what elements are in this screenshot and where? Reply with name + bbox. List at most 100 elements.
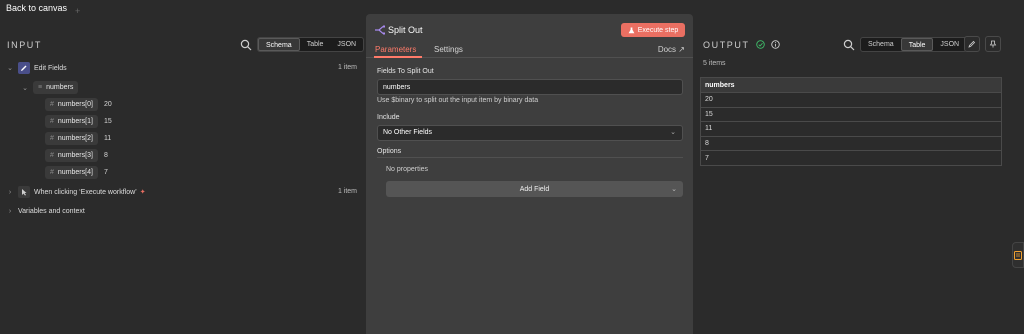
edit-output-button[interactable] — [964, 36, 980, 52]
side-panel-toggle[interactable] — [1012, 242, 1024, 268]
number-value: 8 — [103, 152, 108, 159]
search-icon[interactable] — [240, 39, 252, 51]
input-view-toggle: Schema Table JSON — [257, 37, 365, 52]
hash-icon: # — [50, 135, 54, 142]
number-field: # numbers[0] — [45, 98, 98, 111]
tree-row-number-item: # numbers[3] 8 — [45, 149, 108, 162]
input-tab-json[interactable]: JSON — [330, 38, 363, 51]
output-table: numbers 20 15 11 8 7 — [700, 77, 1002, 166]
pin-icon — [989, 40, 997, 48]
tab-settings[interactable]: Settings — [434, 45, 463, 54]
number-field: # numbers[3] — [45, 149, 98, 162]
back-to-canvas-link[interactable]: Back to canvas — [6, 3, 67, 13]
number-value: 7 — [103, 169, 108, 176]
chevron-right-icon[interactable]: › — [6, 208, 14, 215]
tab-parameters[interactable]: Parameters — [375, 45, 416, 54]
numbers-field: ≡ numbers — [33, 81, 79, 94]
column-header-numbers: numbers — [700, 77, 1002, 93]
trigger-label: When clicking ‘Execute workflow’ — [34, 188, 137, 196]
include-select[interactable]: No Other Fields ⌄ — [377, 125, 683, 141]
number-key: numbers[4] — [57, 169, 93, 176]
flask-icon — [628, 26, 635, 33]
docs-link[interactable]: Docs ↗ — [658, 45, 685, 54]
input-panel: INPUT Schema Table JSON ⌄ Edit Fields 1 … — [0, 24, 366, 334]
number-value: 20 — [103, 101, 112, 108]
tree-row-number-item: # numbers[1] 15 — [45, 115, 112, 128]
output-view-toggle: Schema Table JSON — [860, 37, 968, 52]
tree-row-edit-fields[interactable]: ⌄ Edit Fields — [6, 62, 67, 74]
node-panel: Split Out Execute step Parameters Settin… — [366, 14, 693, 334]
execute-step-label: Execute step — [637, 26, 679, 34]
output-tab-table[interactable]: Table — [900, 38, 934, 51]
table-row: 7 — [700, 150, 1002, 166]
fields-to-split-input[interactable] — [377, 79, 683, 95]
fields-to-split-label: Fields To Split Out — [377, 68, 434, 75]
execute-step-button[interactable]: Execute step — [621, 23, 685, 37]
tree-row-number-item: # numbers[0] 20 — [45, 98, 112, 111]
no-properties-text: No properties — [386, 166, 429, 173]
list-icon: ≡ — [38, 84, 43, 91]
number-key: numbers[3] — [57, 152, 93, 159]
chevron-down-icon: ⌄ — [671, 186, 677, 193]
number-field: # numbers[1] — [45, 115, 98, 128]
include-label: Include — [377, 114, 400, 121]
trigger-count: 1 item — [337, 188, 357, 195]
edit-fields-label: Edit Fields — [34, 64, 67, 72]
number-key: numbers[2] — [57, 135, 93, 142]
input-tab-table[interactable]: Table — [300, 38, 331, 51]
split-icon — [375, 25, 385, 35]
number-field: # numbers[2] — [45, 132, 98, 145]
input-tab-schema[interactable]: Schema — [258, 38, 300, 51]
output-items-count: 5 items — [703, 60, 726, 67]
tree-row-numbers[interactable]: ⌄ ≡ numbers — [21, 81, 79, 94]
chevron-down-icon[interactable]: ⌄ — [21, 84, 29, 92]
output-panel: OUTPUT Schema Table JSON 5 items numbers… — [693, 24, 1024, 334]
add-field-button[interactable]: Add Field ⌄ — [386, 181, 683, 197]
table-cell: 20 — [700, 92, 1002, 108]
number-value: 11 — [103, 135, 112, 142]
options-divider — [377, 157, 683, 158]
edit-fields-count: 1 item — [337, 64, 357, 71]
add-field-label: Add Field — [519, 185, 550, 193]
numbers-label: numbers — [46, 84, 74, 91]
pin-icon: ✦ — [139, 189, 146, 196]
options-label: Options — [377, 148, 402, 155]
fields-hint: Use $binary to split out the input item … — [377, 97, 539, 104]
output-title-text: OUTPUT — [703, 40, 750, 50]
include-value: No Other Fields — [383, 129, 433, 136]
success-check-icon — [755, 40, 765, 49]
pencil-icon — [968, 40, 976, 48]
chevron-down-icon[interactable]: ⌄ — [6, 64, 14, 72]
info-icon[interactable] — [770, 40, 780, 49]
hash-icon: # — [50, 101, 54, 108]
tree-row-trigger[interactable]: › When clicking ‘Execute workflow’ ✦ — [6, 186, 146, 198]
table-cell: 8 — [700, 135, 1002, 152]
pencil-icon — [18, 62, 30, 74]
number-value: 15 — [103, 118, 112, 125]
table-cell: 11 — [700, 121, 1002, 137]
output-title: OUTPUT — [703, 40, 780, 50]
table-row: 8 — [700, 135, 1002, 152]
output-tab-schema[interactable]: Schema — [861, 38, 901, 51]
tree-row-number-item: # numbers[4] 7 — [45, 166, 108, 179]
docs-label: Docs — [657, 45, 677, 54]
node-header: Split Out Execute step Parameters Settin… — [366, 14, 693, 58]
output-tab-json[interactable]: JSON — [933, 38, 966, 51]
table-row: 11 — [700, 121, 1002, 137]
chevron-down-icon: ⌄ — [670, 129, 676, 136]
number-key: numbers[1] — [57, 118, 93, 125]
variables-label: Variables and context — [18, 208, 85, 215]
clipboard-icon — [1014, 251, 1022, 260]
hash-icon: # — [50, 152, 54, 159]
chevron-right-icon[interactable]: › — [6, 189, 14, 196]
table-row: 15 — [700, 106, 1002, 123]
external-link-icon: ↗ — [678, 45, 685, 54]
tree-row-number-item: # numbers[2] 11 — [45, 132, 111, 145]
hash-icon: # — [50, 118, 54, 125]
input-title: INPUT — [7, 40, 42, 50]
number-key: numbers[0] — [57, 101, 93, 108]
pin-data-button[interactable] — [985, 36, 1001, 52]
search-icon[interactable] — [843, 39, 855, 51]
tree-row-variables[interactable]: › Variables and context — [6, 208, 85, 215]
number-field: # numbers[4] — [45, 166, 98, 179]
